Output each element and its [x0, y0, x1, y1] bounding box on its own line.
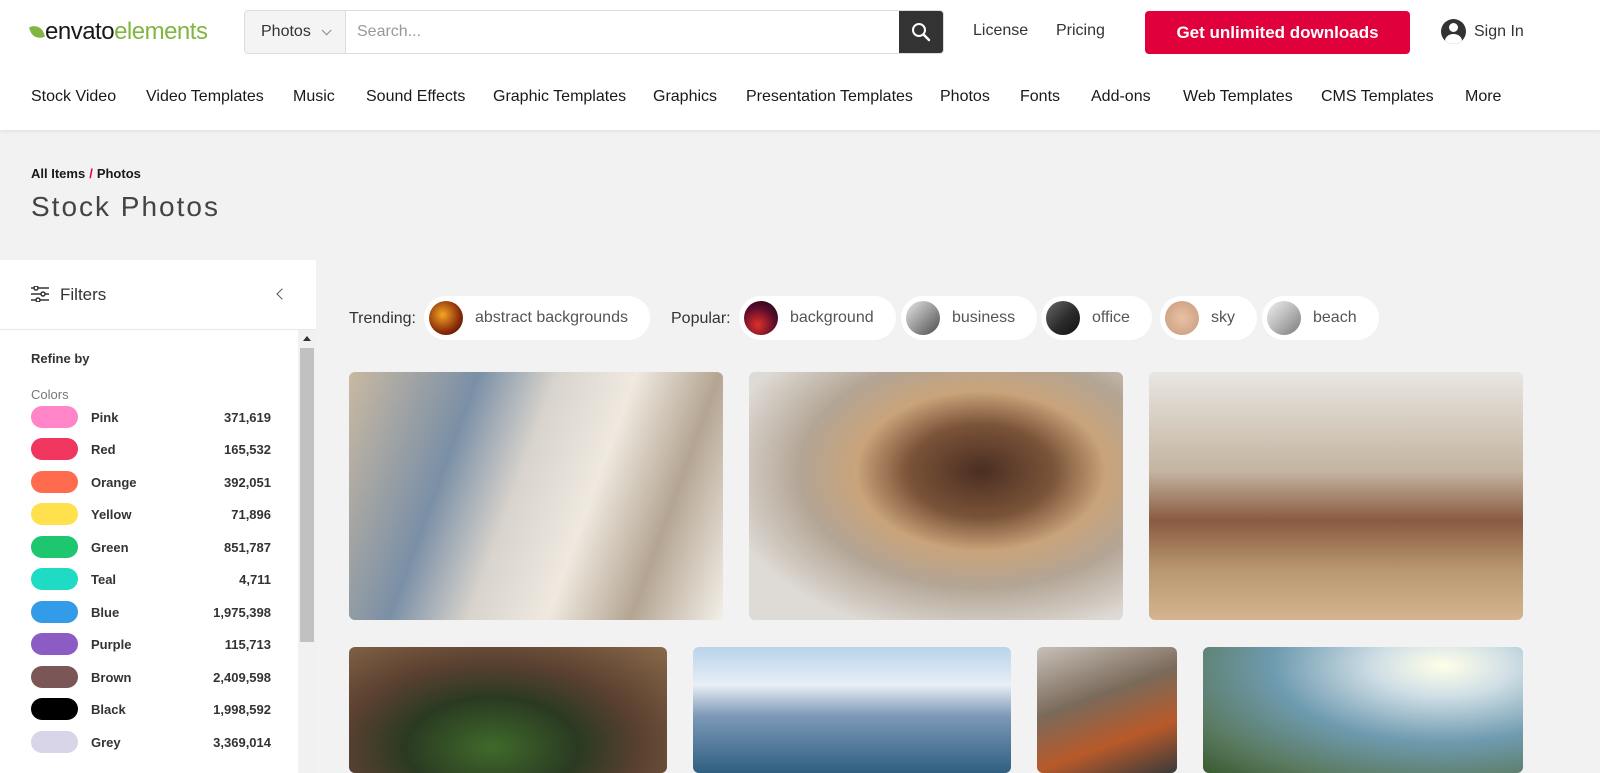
color-filter-purple[interactable]: Purple 115,713 [31, 633, 271, 655]
photo-dining-room[interactable] [1149, 372, 1523, 620]
color-filter-blue[interactable]: Blue 1,975,398 [31, 601, 271, 623]
color-filter-black[interactable]: Black 1,998,592 [31, 698, 271, 720]
color-filter-yellow[interactable]: Yellow 71,896 [31, 503, 271, 525]
color-filter-red[interactable]: Red 165,532 [31, 438, 271, 460]
nav-music[interactable]: Music [293, 88, 335, 106]
nav-more[interactable]: More [1465, 88, 1501, 106]
tag-chip-abstract-backgrounds[interactable]: abstract backgrounds [424, 296, 650, 340]
top-bar: envatoelements Photos License Pricing Ge… [0, 0, 1600, 65]
search-button[interactable] [899, 11, 943, 53]
nav-presentation-templates[interactable]: Presentation Templates [746, 88, 913, 106]
colors-heading: Colors [31, 387, 69, 402]
breadcrumb-photos[interactable]: Photos [97, 166, 141, 181]
color-swatch [31, 633, 78, 655]
photo-chocolate-plate[interactable] [749, 372, 1123, 620]
pricing-link[interactable]: Pricing [1056, 22, 1105, 40]
nav-fonts[interactable]: Fonts [1020, 88, 1060, 106]
tag-thumbnail [1267, 301, 1301, 335]
search-category-dropdown[interactable]: Photos [245, 11, 346, 53]
color-swatch [31, 698, 78, 720]
tag-chip-office[interactable]: office [1041, 296, 1152, 340]
color-filter-orange[interactable]: Orange 392,051 [31, 471, 271, 493]
scrollbar-thumb[interactable] [300, 348, 314, 642]
filters-header: Filters [0, 260, 316, 330]
color-swatch [31, 406, 78, 428]
get-unlimited-downloads-button[interactable]: Get unlimited downloads [1145, 11, 1410, 54]
tag-thumbnail [744, 301, 778, 335]
search-bar: Photos [244, 10, 944, 54]
envato-elements-logo[interactable]: envato elements [28, 18, 208, 45]
tag-thumbnail [1165, 301, 1199, 335]
sign-in-link[interactable]: Sign In [1441, 19, 1524, 44]
photo-mountain-fog[interactable] [1203, 647, 1523, 773]
color-filter-teal[interactable]: Teal 4,711 [31, 568, 271, 590]
color-filter-brown[interactable]: Brown 2,409,598 [31, 666, 271, 688]
tag-chip-background[interactable]: background [739, 296, 896, 340]
leaf-icon [28, 23, 46, 41]
color-swatch [31, 666, 78, 688]
photo-hiker-camping[interactable] [1037, 647, 1177, 773]
color-swatch [31, 536, 78, 558]
filters-sidebar: Filters Refine by Colors Pink 371,619 Re… [0, 260, 316, 773]
breadcrumb: All Items / Photos [31, 166, 141, 181]
page-title: Stock Photos [31, 191, 220, 222]
nav-graphics[interactable]: Graphics [653, 88, 717, 106]
sidebar-scrollbar[interactable] [298, 330, 316, 773]
search-icon [912, 23, 931, 42]
photo-tailors-sewing[interactable] [349, 372, 723, 620]
license-link[interactable]: License [973, 22, 1028, 40]
chevron-down-icon [321, 24, 332, 35]
nav-sound-effects[interactable]: Sound Effects [366, 88, 465, 106]
photo-shakshuka-pan[interactable] [349, 647, 667, 773]
tag-thumbnail [906, 301, 940, 335]
tag-thumbnail [429, 301, 463, 335]
color-filter-green[interactable]: Green 851,787 [31, 536, 271, 558]
nav-video-templates[interactable]: Video Templates [146, 88, 264, 106]
tag-chip-business[interactable]: business [901, 296, 1038, 340]
nav-cms-templates[interactable]: CMS Templates [1321, 88, 1434, 106]
nav-photos[interactable]: Photos [940, 88, 990, 106]
search-input[interactable] [346, 11, 899, 53]
popular-label: Popular: [671, 310, 731, 327]
refine-by-label: Refine by [31, 351, 90, 366]
tag-chip-sky[interactable]: sky [1160, 296, 1257, 340]
photo-fishing-reel[interactable] [693, 647, 1011, 773]
breadcrumb-all-items[interactable]: All Items [31, 166, 85, 181]
category-nav: Stock Video Video Templates Music Sound … [0, 65, 1600, 130]
color-swatch [31, 731, 78, 753]
scroll-up-arrow-icon[interactable] [303, 336, 311, 341]
color-filter-grey[interactable]: Grey 3,369,014 [31, 731, 271, 753]
filters-icon [31, 286, 49, 302]
nav-add-ons[interactable]: Add-ons [1091, 88, 1151, 106]
color-swatch [31, 438, 78, 460]
tag-thumbnail [1046, 301, 1080, 335]
tag-chip-beach[interactable]: beach [1262, 296, 1379, 340]
account-icon [1441, 19, 1466, 44]
trending-label: Trending: [349, 310, 416, 327]
color-swatch [31, 471, 78, 493]
color-swatch [31, 503, 78, 525]
nav-stock-video[interactable]: Stock Video [31, 88, 116, 106]
filters-title: Filters [60, 285, 107, 304]
nav-web-templates[interactable]: Web Templates [1183, 88, 1293, 106]
color-swatch [31, 568, 78, 590]
color-filter-pink[interactable]: Pink 371,619 [31, 406, 271, 428]
color-swatch [31, 601, 78, 623]
nav-graphic-templates[interactable]: Graphic Templates [493, 88, 626, 106]
collapse-filters-icon[interactable] [276, 288, 288, 300]
